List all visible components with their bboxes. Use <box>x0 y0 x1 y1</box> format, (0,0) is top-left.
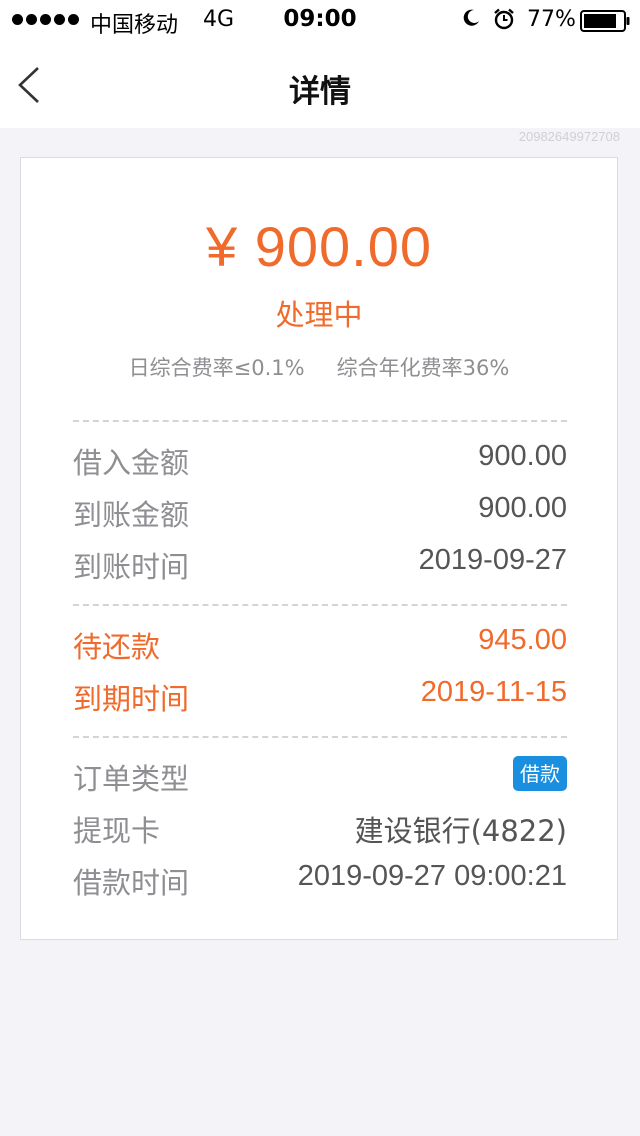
page-title: 详情 <box>289 74 351 110</box>
battery-icon <box>580 10 630 32</box>
row-withdraw-card: 提现卡 建设银行(4822) <box>73 808 567 848</box>
nav-bar: 详情 <box>0 40 640 128</box>
row-loan-time: 借款时间 2019-09-27 09:00:21 <box>73 860 567 900</box>
annual-rate: 综合年化费率36% <box>336 356 510 380</box>
row-amount-due: 待还款 945.00 <box>73 624 567 664</box>
row-value: 945.00 <box>478 624 567 656</box>
divider <box>73 604 567 606</box>
status-badge: 处理中 <box>275 298 363 332</box>
order-type-tag: 借款 <box>513 756 567 791</box>
row-label: 待还款 <box>73 630 161 664</box>
order-id: 20982649972708 <box>518 129 620 144</box>
row-label: 借款时间 <box>73 866 190 900</box>
row-value: 900.00 <box>478 492 567 524</box>
row-value: 900.00 <box>478 440 567 472</box>
status-bar: 中国移动 4G 09:00 77% <box>0 0 640 40</box>
row-received-time: 到账时间 2019-09-27 <box>73 544 567 584</box>
rate-info: 日综合费率≤0.1% 综合年化费率36% <box>21 352 617 382</box>
divider <box>73 736 567 738</box>
row-value: 2019-09-27 09:00:21 <box>297 860 567 892</box>
row-label: 到账时间 <box>73 550 190 584</box>
row-label: 订单类型 <box>73 762 190 796</box>
row-value: 建设银行(4822) <box>354 814 567 848</box>
loan-detail-card: ¥ 900.00 处理中 日综合费率≤0.1% 综合年化费率36% 借入金额 90… <box>20 157 618 940</box>
moon-icon <box>463 9 479 26</box>
row-due-date: 到期时间 2019-11-15 <box>73 676 567 716</box>
battery-percent: 77% <box>527 7 576 32</box>
alarm-icon <box>494 8 514 30</box>
divider <box>73 420 567 422</box>
row-received-amount: 到账金额 900.00 <box>73 492 567 532</box>
row-value: 2019-09-27 <box>418 544 567 576</box>
row-label: 借入金额 <box>73 446 190 480</box>
loan-amount: ¥ 900.00 <box>206 215 432 278</box>
row-order-type: 订单类型 借款 <box>73 756 567 796</box>
row-borrowed-amount: 借入金额 900.00 <box>73 440 567 480</box>
row-label: 到期时间 <box>73 682 190 716</box>
row-label: 提现卡 <box>73 814 161 848</box>
daily-rate: 日综合费率≤0.1% <box>128 356 305 380</box>
row-label: 到账金额 <box>73 498 190 532</box>
row-value: 2019-11-15 <box>420 676 567 708</box>
